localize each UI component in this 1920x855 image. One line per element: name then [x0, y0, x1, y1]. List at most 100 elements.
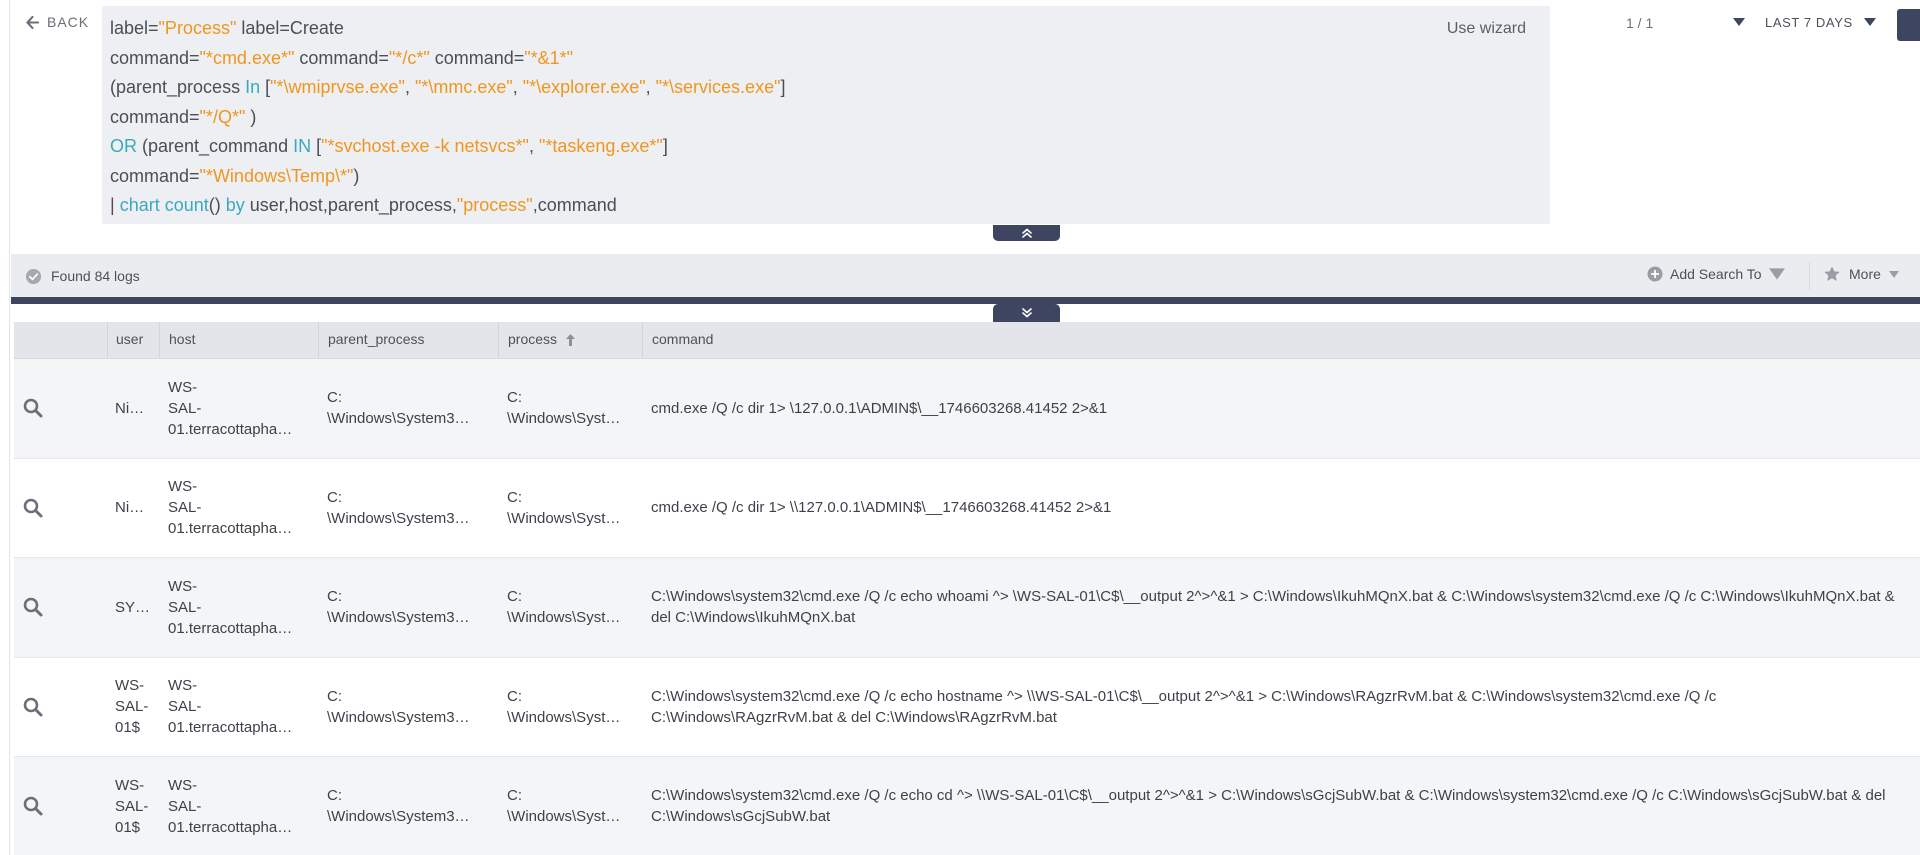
query-string-token: "*taskeng.exe*"	[538, 136, 663, 156]
cell-user: WS- SAL- 01$	[107, 658, 159, 757]
cell-process: C: \Windows\Syst…	[498, 757, 642, 855]
cell-command: C:\Windows\system32\cmd.exe /Q /c echo w…	[642, 558, 1920, 657]
cell-text: C: \Windows\Syst…	[507, 687, 621, 726]
query-string-token: "*\explorer.exe"	[522, 77, 646, 97]
table-row[interactable]: SY… WS- SAL- 01.terracottapha… C: \Windows…	[14, 558, 1920, 658]
time-range-selector[interactable]: LAST 7 DAYS	[1765, 15, 1853, 30]
cell-parent-process: C: \Windows\System3…	[318, 757, 498, 855]
query-token: user,host,parent_process,	[244, 195, 457, 215]
cell-text: C: \Windows\System3…	[327, 488, 470, 527]
cell-text: SY…	[115, 598, 151, 616]
cell-text: cmd.exe /Q /c dir 1> \127.0.0.1\ADMIN$\_…	[651, 399, 1108, 417]
magnifier-icon[interactable]	[22, 696, 44, 718]
query-editor[interactable]: label="Process" label=Create command="*cm…	[102, 6, 1550, 224]
magnifier-icon[interactable]	[22, 497, 44, 519]
cell-text: C:\Windows\system32\cmd.exe /Q /c echo w…	[651, 588, 1895, 627]
arrow-up-icon	[565, 334, 575, 347]
query-string-token: "*Windows\Temp\*"	[199, 165, 354, 186]
row-action-cell	[14, 359, 107, 458]
query-token: )	[353, 165, 360, 186]
cell-text: WS- SAL- 01.terracottapha…	[168, 478, 293, 538]
query-token: (parent_command	[137, 136, 294, 156]
row-action-cell	[14, 459, 107, 558]
cell-text: C: \Windows\Syst…	[507, 488, 621, 527]
query-token: )	[245, 106, 257, 127]
cell-command: C:\Windows\system32\cmd.exe /Q /c echo h…	[642, 658, 1920, 757]
row-action-cell	[14, 658, 107, 757]
more-label: More	[1849, 266, 1881, 282]
query-token: command=	[110, 47, 200, 68]
column-header-process[interactable]: process	[498, 322, 642, 358]
query-keyword-token: In	[245, 77, 261, 97]
cell-text: WS- SAL- 01$	[115, 776, 149, 836]
query-token: ]	[780, 77, 786, 97]
table-row[interactable]: WS- SAL- 01$ WS- SAL- 01.terracottapha… C:…	[14, 757, 1920, 855]
magnifier-icon[interactable]	[22, 596, 44, 618]
query-line: OR (parent_command IN ["*svchost.exe -k …	[110, 132, 1542, 162]
caret-down-icon[interactable]	[1864, 18, 1876, 26]
cell-text: WS- SAL- 01.terracottapha…	[168, 577, 293, 637]
query-token: ,	[404, 77, 415, 97]
query-string-token: "Process"	[158, 18, 237, 38]
query-string-token: "*\wmiprvse.exe"	[270, 77, 405, 97]
query-string-token: "*&1*"	[524, 47, 574, 68]
cell-text: C: \Windows\Syst…	[507, 787, 621, 826]
magnifier-icon[interactable]	[22, 397, 44, 419]
results-divider-bar	[11, 297, 1920, 304]
cell-process: C: \Windows\Syst…	[498, 459, 642, 558]
collapse-query-button[interactable]	[993, 225, 1060, 241]
cell-text: C:\Windows\system32\cmd.exe /Q /c echo c…	[651, 787, 1886, 826]
table-row[interactable]: Ni… WS- SAL- 01.terracottapha… C: \Windows…	[14, 458, 1920, 558]
results-table: user host parent_process process command…	[14, 322, 1920, 855]
query-token: |	[110, 195, 120, 215]
more-button[interactable]: More	[1823, 265, 1899, 283]
magnifier-icon[interactable]	[22, 795, 44, 817]
cell-text: C:\Windows\system32\cmd.exe /Q /c echo h…	[651, 687, 1717, 726]
column-header-user[interactable]: user	[107, 322, 159, 358]
cell-text: WS- SAL- 01.terracottapha…	[168, 677, 293, 737]
query-keyword-token: OR	[110, 136, 137, 156]
query-token: command=	[429, 47, 525, 68]
cell-text: cmd.exe /Q /c dir 1> \\127.0.0.1\ADMIN$\…	[651, 499, 1112, 517]
query-token: ()	[208, 195, 226, 215]
cell-text: WS- SAL- 01.terracottapha…	[168, 378, 293, 438]
add-search-to-label: Add Search To	[1670, 266, 1762, 282]
query-text[interactable]: label="Process" label=Create command="*cm…	[110, 14, 1542, 221]
query-token: ,	[528, 136, 539, 156]
caret-down-icon[interactable]	[1733, 18, 1745, 26]
cell-text: Ni…	[115, 399, 145, 417]
column-header-command[interactable]: command	[642, 322, 1920, 358]
back-button[interactable]: BACK	[26, 14, 89, 30]
table-row[interactable]: Ni… WS- SAL- 01.terracottapha… C: \Windows…	[14, 359, 1920, 459]
check-circle-icon	[25, 268, 42, 284]
column-header-parent-process[interactable]: parent_process	[318, 322, 498, 358]
query-string-token: "*/c*"	[388, 47, 430, 68]
back-label: BACK	[47, 14, 90, 30]
cell-host: WS- SAL- 01.terracottapha…	[159, 757, 318, 855]
expand-results-button[interactable]	[993, 304, 1060, 322]
query-token: label=Create	[236, 18, 344, 38]
query-line: command="*Windows\Temp\*")	[110, 162, 1542, 192]
cell-host: WS- SAL- 01.terracottapha…	[159, 558, 318, 657]
column-header-actions	[14, 322, 107, 358]
column-header-host[interactable]: host	[159, 322, 318, 358]
query-token: command=	[110, 165, 200, 186]
query-line: command="*cmd.exe*" command="*/c*" comma…	[110, 44, 1542, 74]
query-token: ]	[662, 136, 668, 156]
cell-process: C: \Windows\Syst…	[498, 658, 642, 757]
table-row[interactable]: WS- SAL- 01$ WS- SAL- 01.terracottapha… C:…	[14, 657, 1920, 757]
toolbar-divider	[1809, 262, 1810, 290]
add-search-to-button[interactable]: Add Search To	[1647, 266, 1785, 282]
cell-process: C: \Windows\Syst…	[498, 359, 642, 458]
cell-parent-process: C: \Windows\System3…	[318, 658, 498, 757]
column-label: command	[652, 331, 714, 347]
use-wizard-link[interactable]: Use wizard	[1447, 20, 1526, 38]
star-icon	[1824, 266, 1840, 282]
query-line: | chart count() by user,host,parent_proc…	[110, 191, 1542, 221]
query-line: (parent_process In ["*\wmiprvse.exe", "*…	[110, 73, 1542, 103]
run-search-button[interactable]	[1897, 9, 1920, 41]
column-label: host	[169, 331, 196, 347]
cell-host: WS- SAL- 01.terracottapha…	[159, 359, 318, 458]
query-token: (parent_process	[110, 77, 246, 97]
query-token: ,	[645, 77, 656, 97]
